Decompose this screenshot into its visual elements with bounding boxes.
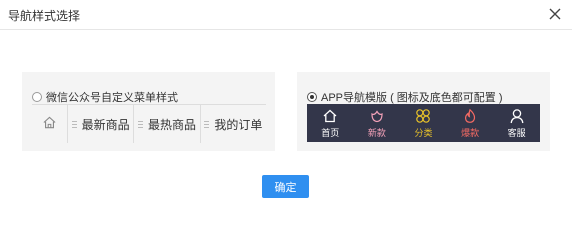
clover-grid-icon xyxy=(415,108,431,124)
app-style-option[interactable]: APP导航模版 ( 图标及底色都可配置 ) 首页 新款 分类 爆款 客服 xyxy=(297,72,550,151)
app-nav-label: 客服 xyxy=(507,127,526,138)
home-icon xyxy=(322,108,338,124)
wechat-menu-item[interactable]: 最新商品 xyxy=(68,105,135,143)
app-style-label: APP导航模版 ( 图标及底色都可配置 ) xyxy=(321,92,503,104)
wechat-menu-item[interactable]: 我的订单 xyxy=(201,105,266,143)
app-nav-label: 分类 xyxy=(414,127,433,138)
app-nav-item-category[interactable]: 分类 xyxy=(400,104,447,142)
wechat-menu-item-label: 最新商品 xyxy=(81,117,130,132)
home-icon xyxy=(42,115,57,133)
app-nav-item-hot[interactable]: 爆款 xyxy=(447,104,494,142)
menu-lines-icon xyxy=(71,120,77,128)
wechat-menu-item[interactable]: 最热商品 xyxy=(134,105,201,143)
wechat-menu-item-label: 我的订单 xyxy=(214,117,263,132)
app-nav-item-service[interactable]: 客服 xyxy=(493,104,540,142)
app-nav-label: 爆款 xyxy=(461,127,480,138)
wechat-style-radio-row[interactable]: 微信公众号自定义菜单样式 xyxy=(32,89,178,105)
menu-lines-icon xyxy=(137,120,143,128)
wechat-menu-preview: 最新商品 最热商品 我的订单 xyxy=(32,104,266,143)
app-nav-item-home[interactable]: 首页 xyxy=(307,104,354,142)
close-icon[interactable] xyxy=(546,5,564,23)
wechat-style-label: 微信公众号自定义菜单样式 xyxy=(46,92,178,104)
wechat-style-radio[interactable] xyxy=(32,92,42,102)
dialog-titlebar: 导航样式选择 xyxy=(0,0,572,30)
nav-style-dialog: 导航样式选择 微信公众号自定义菜单样式 最新商品 最热商品 我的订单 APP导航… xyxy=(0,0,572,240)
app-style-radio[interactable] xyxy=(307,92,317,102)
app-nav-label: 首页 xyxy=(321,127,340,138)
wechat-style-option[interactable]: 微信公众号自定义菜单样式 最新商品 最热商品 我的订单 xyxy=(22,72,275,151)
wechat-menu-item-label: 最热商品 xyxy=(147,117,196,132)
menu-lines-icon xyxy=(204,120,210,128)
user-icon xyxy=(509,108,525,124)
confirm-button[interactable]: 确定 xyxy=(262,175,309,198)
fire-icon xyxy=(462,108,478,124)
app-nav-label: 新款 xyxy=(367,127,386,138)
app-nav-preview: 首页 新款 分类 爆款 客服 xyxy=(307,104,540,142)
dialog-title: 导航样式选择 xyxy=(8,9,81,23)
app-nav-item-new[interactable]: 新款 xyxy=(354,104,401,142)
app-style-radio-row[interactable]: APP导航模版 ( 图标及底色都可配置 ) xyxy=(307,89,503,105)
wechat-menu-home[interactable] xyxy=(32,105,68,143)
flower-icon xyxy=(369,108,385,124)
